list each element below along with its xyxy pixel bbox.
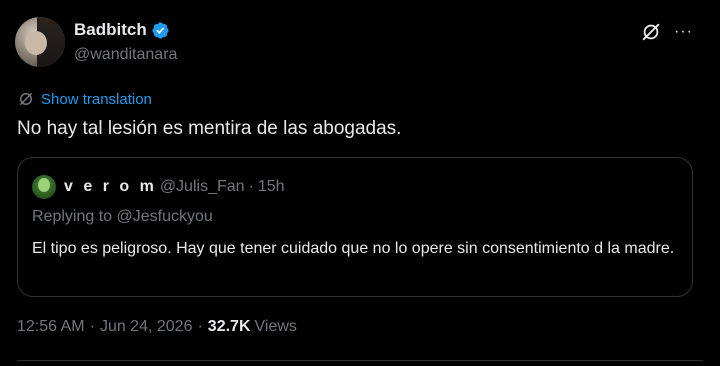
meta-separator: · [197,318,203,335]
views-count: 32.7K [207,318,251,335]
quoted-tweet-text: El tipo es peligroso. Hay que tener cuid… [32,240,675,257]
show-translation-link[interactable]: Show translation [17,90,152,108]
author-avatar[interactable] [15,17,65,67]
tweet-text: No hay tal lesión es mentira de las abog… [17,118,402,139]
quoted-author-avatar[interactable] [32,175,56,199]
author-display-name[interactable]: Badbitch [74,20,147,40]
tweet-time[interactable]: 12:56 AM [17,318,85,336]
author-handle[interactable]: @wanditanara [74,46,177,64]
replying-to-mention[interactable]: @Jesfuckyou [117,208,213,225]
divider [17,360,703,361]
more-icon[interactable]: ··· [674,22,694,42]
author-name-row[interactable]: Badbitch [74,20,170,40]
verified-badge-icon[interactable] [151,21,170,40]
show-translation-label[interactable]: Show translation [41,91,152,108]
quoted-author-handle[interactable]: @Julis_Fan [160,178,245,196]
quoted-tweet[interactable]: v e r o m @Julis_Fan · 15h Replying to @… [17,157,693,297]
translate-icon [20,93,32,105]
tweet-date[interactable]: Jun 24, 2026 [100,318,193,336]
quoted-author-name[interactable]: v e r o m [64,178,157,196]
quoted-tweet-header: v e r o m @Julis_Fan · 15h [64,178,285,196]
quoted-tweet-time[interactable]: 15h [258,178,285,196]
avatar-face [25,31,47,55]
replying-to-label: Replying to [32,208,113,225]
quoted-header-separator: · [248,178,254,195]
replying-to: Replying to @Jesfuckyou [32,208,213,226]
tweet-meta: 12:56 AM · Jun 24, 2026 · 32.7K Views [17,318,297,336]
meta-separator: · [89,318,95,335]
views-label: Views [254,318,297,335]
quoted-avatar-detail [38,178,50,192]
grok-icon[interactable] [640,21,662,43]
